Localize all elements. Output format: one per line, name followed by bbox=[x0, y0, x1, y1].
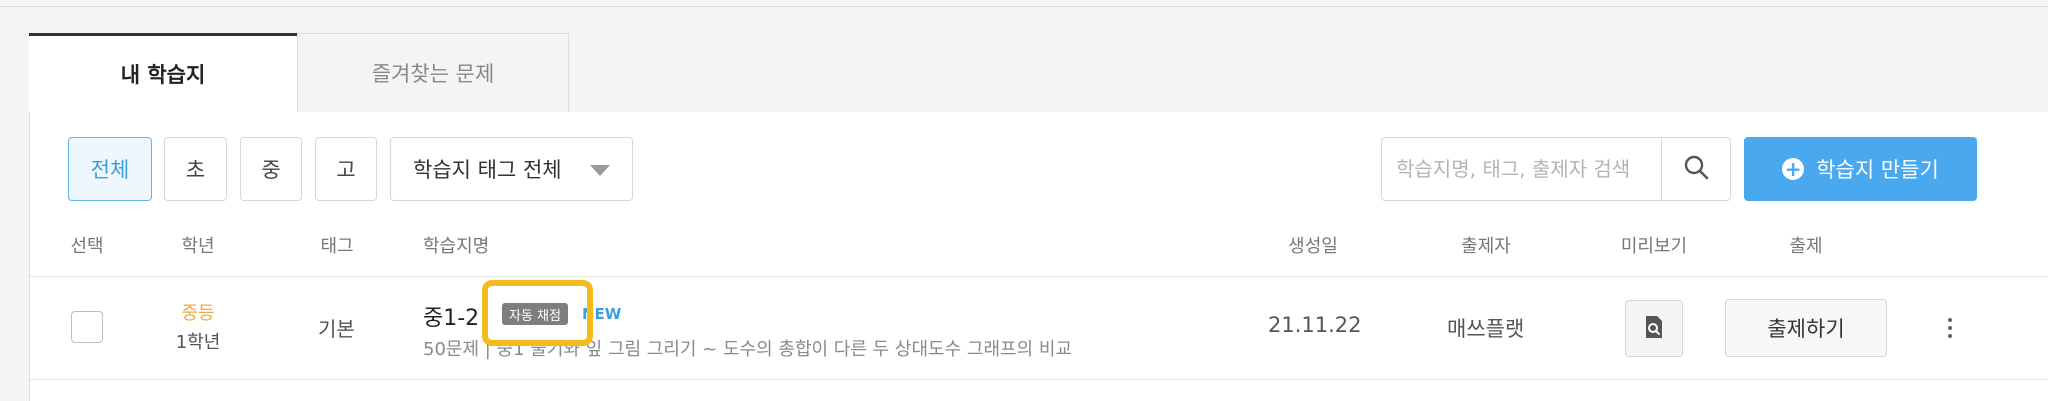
tab-favorite-problems[interactable]: 즐겨찾는 문제 bbox=[297, 33, 569, 112]
tab-my-worksheets[interactable]: 내 학습지 bbox=[29, 33, 297, 112]
grade-filter-high[interactable]: 고 bbox=[315, 137, 377, 201]
document-search-icon bbox=[1643, 315, 1665, 343]
more-options-icon[interactable] bbox=[1938, 313, 1962, 343]
tag-select-value: 학습지 태그 전체 bbox=[413, 158, 562, 182]
caret-down-icon bbox=[590, 165, 610, 176]
col-header-tag: 태그 bbox=[320, 236, 354, 257]
assign-button[interactable]: 출제하기 bbox=[1725, 299, 1887, 357]
grade-filter-elementary[interactable]: 초 bbox=[164, 137, 227, 201]
highlight-box bbox=[482, 280, 593, 346]
row-divider bbox=[30, 379, 2048, 380]
row-checkbox[interactable] bbox=[71, 311, 103, 343]
col-header-grade: 학년 bbox=[181, 236, 215, 257]
top-divider bbox=[0, 6, 2048, 7]
search-input[interactable] bbox=[1381, 137, 1661, 201]
col-header-author: 출제자 bbox=[1461, 236, 1511, 257]
row-grade-year: 1학년 bbox=[175, 332, 221, 353]
row-created-date: 21.11.22 bbox=[1268, 313, 1362, 337]
search-icon bbox=[1683, 154, 1709, 184]
tab-bar: 내 학습지 즐겨찾는 문제 bbox=[29, 33, 569, 112]
preview-button[interactable] bbox=[1625, 300, 1683, 357]
plus-circle-icon: + bbox=[1782, 158, 1805, 180]
col-header-select: 선택 bbox=[70, 236, 104, 257]
create-worksheet-button[interactable]: + 학습지 만들기 bbox=[1744, 137, 1977, 201]
col-header-assign: 출제 bbox=[1789, 236, 1823, 257]
header-divider bbox=[30, 276, 2048, 277]
row-author: 매쓰플랫 bbox=[1447, 317, 1525, 341]
col-header-created: 생성일 bbox=[1288, 236, 1338, 257]
row-tag: 기본 bbox=[318, 317, 355, 341]
create-worksheet-label: 학습지 만들기 bbox=[1816, 158, 1939, 182]
grade-filter-middle[interactable]: 중 bbox=[240, 137, 302, 201]
row-grade-level: 중등 bbox=[181, 303, 215, 324]
col-header-name: 학습지명 bbox=[423, 236, 490, 257]
grade-filter-all[interactable]: 전체 bbox=[68, 137, 152, 201]
row-title[interactable]: 중1-2 bbox=[423, 300, 479, 332]
tag-select-dropdown[interactable]: 학습지 태그 전체 bbox=[390, 137, 633, 201]
search-button[interactable] bbox=[1661, 137, 1731, 201]
col-header-preview: 미리보기 bbox=[1620, 236, 1688, 257]
